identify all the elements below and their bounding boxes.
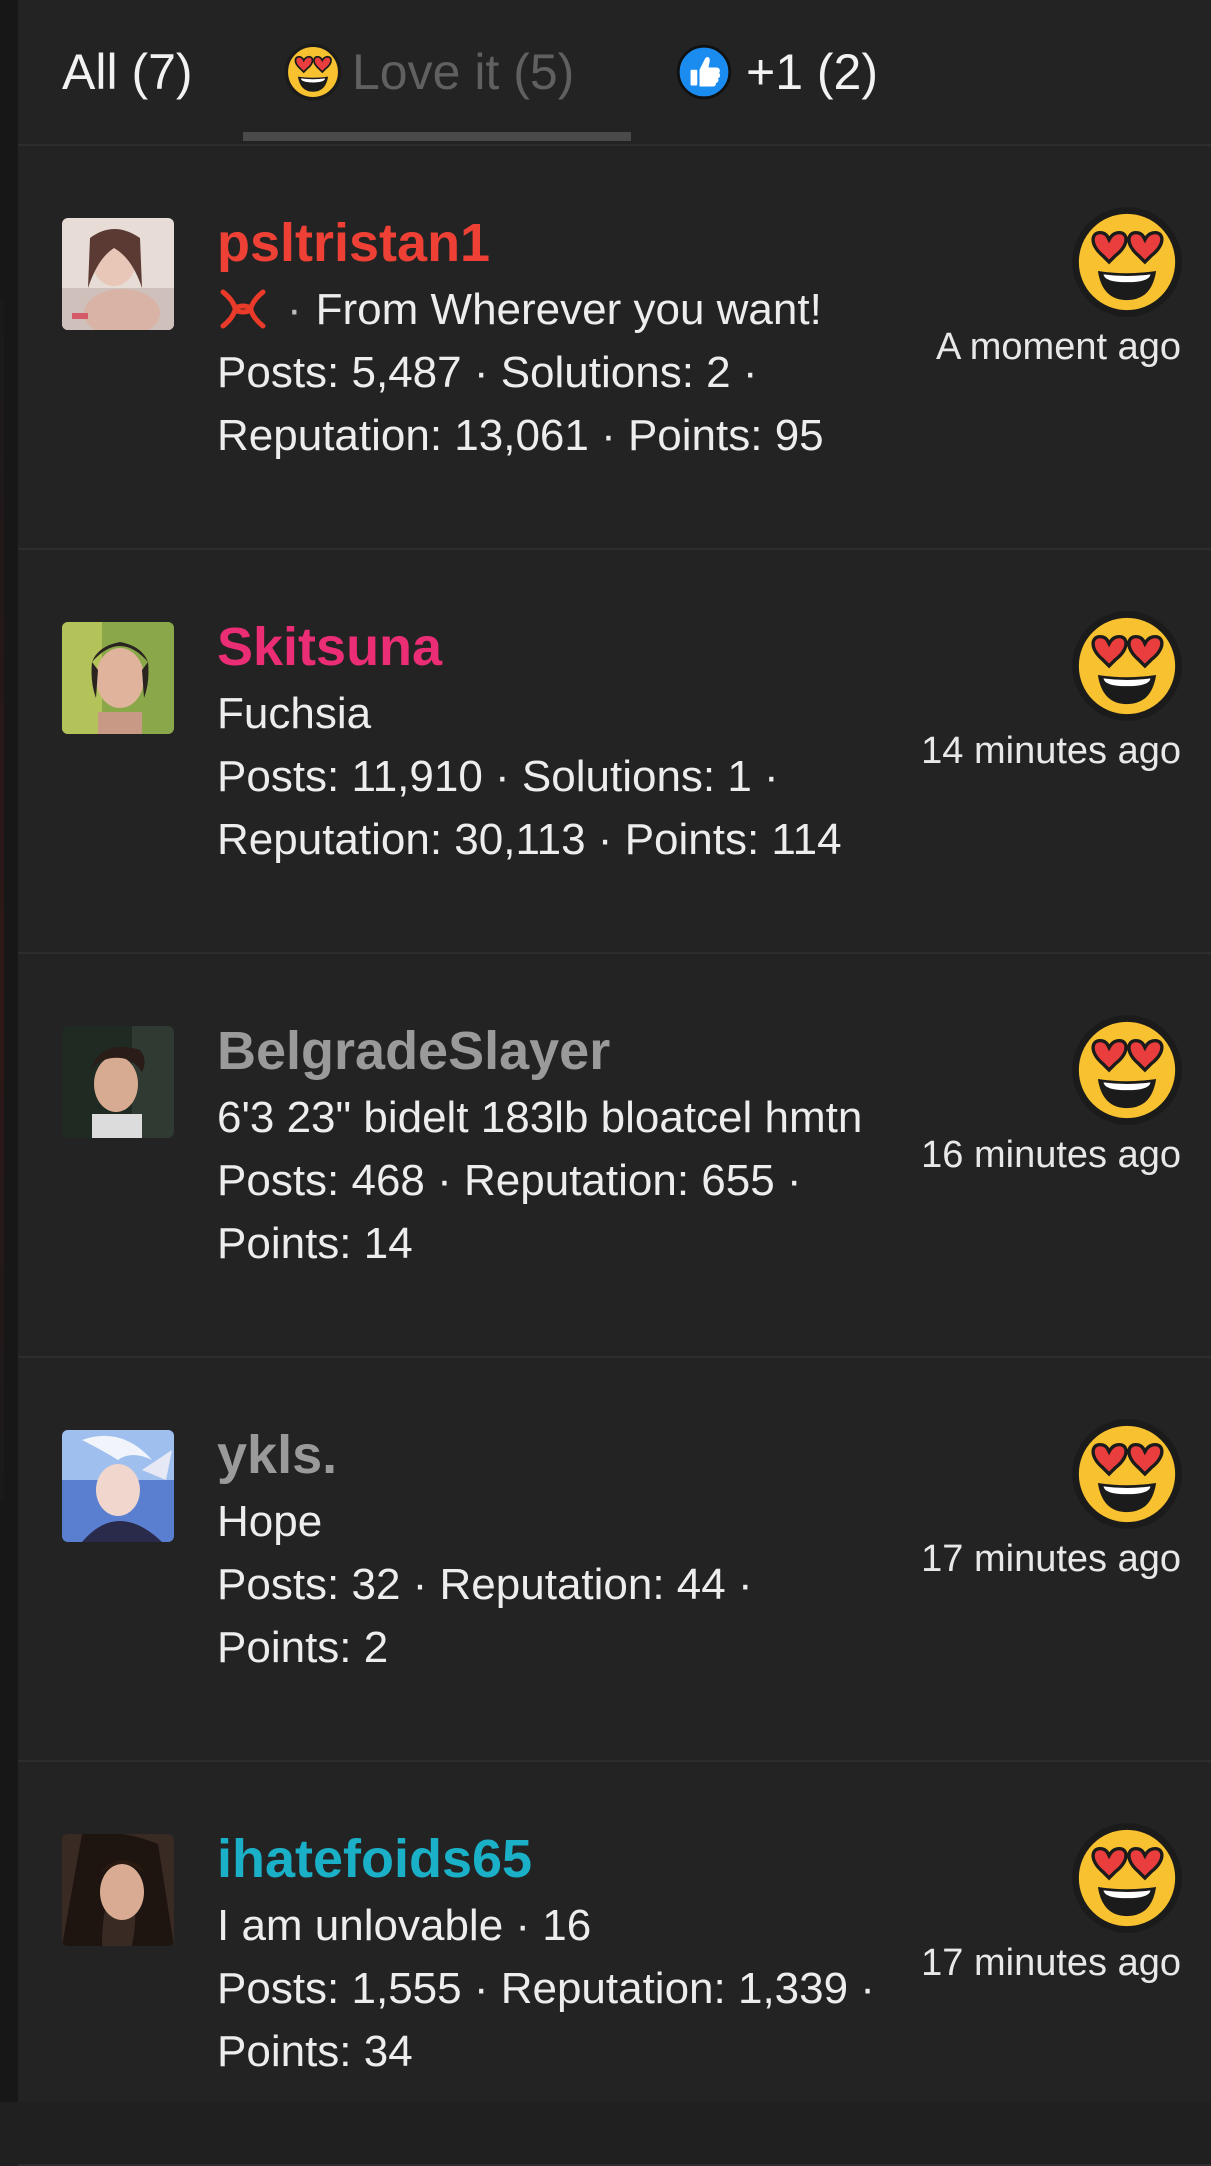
reaction-time: 16 minutes ago	[921, 1134, 1181, 1176]
user-stats-cont: Points: 34	[217, 2027, 413, 2076]
anger-symbol-icon	[220, 289, 266, 329]
heart-eyes-emoji-icon	[1071, 1014, 1183, 1126]
left-edge-accent	[0, 300, 4, 1500]
user-stats-cont: Reputation: 13,061 · Points: 95	[217, 411, 824, 460]
username[interactable]: ihatefoids65	[217, 1824, 917, 1894]
username[interactable]: Skitsuna	[217, 612, 917, 682]
user-title: Hope	[217, 1497, 323, 1546]
user-stats: Posts: 11,910 · Solutions: 1 ·	[217, 752, 779, 801]
username[interactable]: BelgradeSlayer	[217, 1016, 917, 1086]
avatar[interactable]	[62, 1430, 174, 1542]
reaction-row: ihatefoids65 I am unlovable · 16 Posts: …	[18, 1762, 1211, 2166]
avatar[interactable]	[62, 218, 174, 330]
heart-eyes-emoji-icon	[1071, 1822, 1183, 1934]
reaction-row: psltristan1 · From Wherever you want! Pos…	[18, 146, 1211, 550]
tab-love-it-label: Love it (5)	[352, 44, 575, 100]
reaction-tabs: All (7) Love it (5) +1 (2)	[18, 0, 1211, 146]
user-title: Fuchsia	[217, 689, 372, 738]
username[interactable]: ykls.	[217, 1420, 917, 1490]
user-stats-cont: Points: 2	[217, 1623, 389, 1672]
user-stats: Posts: 32 · Reputation: 44 ·	[217, 1560, 753, 1609]
heart-eyes-emoji-icon	[1071, 1418, 1183, 1530]
avatar[interactable]	[62, 1026, 174, 1138]
user-stats-cont: Points: 14	[217, 1219, 413, 1268]
reaction-time: A moment ago	[935, 326, 1181, 368]
tab-all-label: All (7)	[62, 44, 193, 100]
avatar[interactable]	[62, 622, 174, 734]
reactions-panel: All (7) Love it (5) +1 (2) psltristan1 ·…	[18, 0, 1211, 2166]
avatar[interactable]	[62, 1834, 174, 1946]
username[interactable]: psltristan1	[217, 208, 917, 278]
heart-eyes-emoji-icon	[284, 43, 342, 101]
separator: ·	[287, 285, 302, 334]
heart-eyes-emoji-icon	[1071, 206, 1183, 318]
thumbs-up-icon	[676, 44, 732, 100]
user-stats: Posts: 1,555 · Reputation: 1,339 ·	[217, 1964, 875, 2013]
reaction-time: 17 minutes ago	[921, 1538, 1181, 1580]
tab-plus-one-label: +1 (2)	[746, 44, 879, 100]
user-title: I am unlovable · 16	[217, 1901, 592, 1950]
left-edge	[0, 0, 18, 2102]
heart-eyes-emoji-icon	[1071, 610, 1183, 722]
tab-all[interactable]: All (7)	[62, 0, 193, 144]
active-tab-indicator	[243, 132, 631, 141]
user-stats: Posts: 5,487 · Solutions: 2 ·	[217, 348, 758, 397]
user-title: 6'3 23" bidelt 183lb bloatcel hmtn	[217, 1093, 863, 1142]
user-stats-cont: Reputation: 30,113 · Points: 114	[217, 815, 842, 864]
user-location: From Wherever you want!	[315, 285, 822, 334]
reaction-row: Skitsuna Fuchsia Posts: 11,910 · Solutio…	[18, 550, 1211, 954]
reaction-time: 17 minutes ago	[921, 1942, 1181, 1984]
reaction-row: BelgradeSlayer 6'3 23" bidelt 183lb bloa…	[18, 954, 1211, 1358]
reaction-time: 14 minutes ago	[921, 730, 1181, 772]
tab-plus-one[interactable]: +1 (2)	[676, 0, 878, 144]
user-stats: Posts: 468 · Reputation: 655 ·	[217, 1156, 802, 1205]
tab-love-it[interactable]: Love it (5)	[284, 0, 574, 144]
reaction-row: ykls. Hope Posts: 32 · Reputation: 44 · …	[18, 1358, 1211, 1762]
user-title: · From Wherever you want!	[217, 278, 917, 341]
